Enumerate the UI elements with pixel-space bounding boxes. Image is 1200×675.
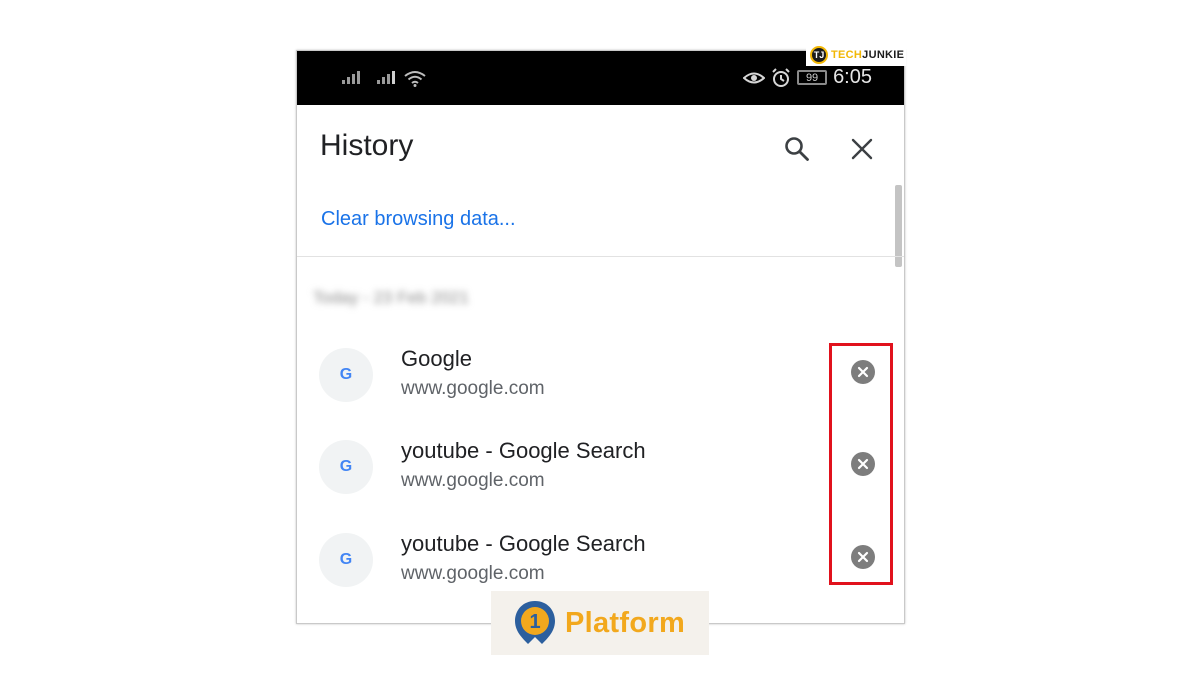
scrollbar[interactable]	[895, 185, 902, 267]
phone-screen: 99 6:05 History Clear browsing data... T…	[296, 50, 905, 624]
wifi-icon	[404, 71, 426, 87]
clear-browsing-data-link[interactable]: Clear browsing data...	[321, 208, 516, 231]
date-heading: Today - 23 Feb 2021	[313, 288, 469, 307]
history-item-url: www.google.com	[401, 378, 545, 399]
signal-icon	[342, 71, 360, 84]
status-time: 6:05	[833, 66, 872, 88]
techjunkie-watermark: TJ TECHJUNKIE	[806, 44, 906, 66]
eye-icon	[743, 72, 766, 83]
page-title: History	[320, 129, 414, 162]
techjunkie-logo-icon: TJ	[810, 46, 828, 64]
search-icon	[785, 137, 809, 161]
battery-icon: 99	[797, 70, 828, 85]
divider	[297, 256, 904, 257]
google-favicon-icon: G	[319, 533, 373, 587]
platform-logo-text: Platform	[565, 606, 686, 639]
alarm-icon	[772, 67, 790, 87]
history-item-url: www.google.com	[401, 470, 545, 491]
svg-text:1: 1	[529, 611, 540, 633]
close-button[interactable]	[842, 129, 882, 169]
google-favicon-icon: G	[319, 440, 373, 494]
history-item-url: www.google.com	[401, 563, 545, 584]
google-favicon-icon: G	[319, 348, 373, 402]
history-item-title: Google	[401, 346, 472, 371]
battery-level: 99	[805, 71, 819, 84]
close-icon	[851, 138, 873, 160]
history-item-title: youtube - Google Search	[401, 438, 646, 463]
platform-logo: 1 Platform	[491, 591, 709, 655]
search-button[interactable]	[777, 129, 817, 169]
platform-logo-icon: 1	[515, 601, 555, 644]
watermark-text: TECHJUNKIE	[831, 49, 905, 61]
signal-icon	[377, 71, 395, 84]
remove-buttons-highlight	[829, 343, 893, 585]
history-item-title: youtube - Google Search	[401, 531, 646, 556]
history-item[interactable]: G youtube - Google Search www.google.com	[297, 430, 904, 510]
history-item[interactable]: G Google www.google.com	[297, 338, 904, 418]
